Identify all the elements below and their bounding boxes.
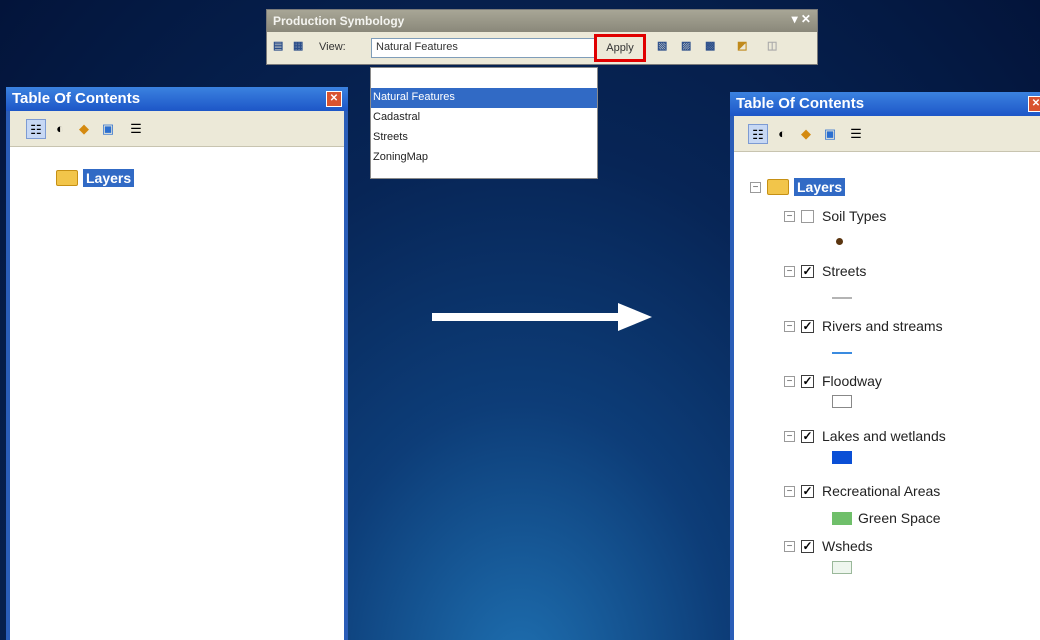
layer-visibility-checkbox[interactable]: ✓ bbox=[801, 264, 814, 278]
collapse-icon[interactable]: − bbox=[750, 181, 761, 193]
layer-label: Lakes and wetlands bbox=[822, 428, 946, 444]
list-by-selection-icon[interactable]: ▣ bbox=[820, 124, 840, 144]
toc-title: Table Of Contents bbox=[12, 90, 141, 107]
point-symbol bbox=[836, 238, 843, 245]
layer-row-wsheds[interactable]: − ✓ Wsheds bbox=[784, 538, 873, 554]
transition-arrow-head bbox=[618, 303, 652, 331]
toolbar-title-bar: Production Symbology ▾ ✕ bbox=[267, 10, 817, 32]
close-icon[interactable]: ✕ bbox=[1028, 96, 1040, 112]
dropdown-option-blank[interactable] bbox=[371, 68, 597, 88]
layer-row-recreational-areas[interactable]: − ✓ Recreational Areas bbox=[784, 483, 940, 499]
layers-folder-icon bbox=[767, 179, 789, 195]
layer-label: Floodway bbox=[822, 373, 882, 389]
collapse-icon[interactable]: − bbox=[784, 210, 795, 222]
layers-root-node[interactable]: Layers bbox=[56, 169, 135, 187]
dropdown-option-natural-features[interactable]: Natural Features bbox=[371, 88, 597, 108]
toc-title-bar: Table Of Contents ✕ bbox=[6, 87, 348, 111]
polygon-symbol bbox=[832, 561, 852, 574]
view-select[interactable]: Natural Features bbox=[371, 38, 595, 58]
list-by-drawing-order-icon[interactable]: ☷ bbox=[26, 119, 46, 139]
polygon-symbol bbox=[832, 511, 852, 525]
transition-arrow-shaft bbox=[432, 313, 622, 321]
toc-title: Table Of Contents bbox=[736, 95, 865, 112]
line-symbol bbox=[832, 297, 852, 299]
layers-root-label[interactable]: Layers bbox=[794, 178, 846, 196]
list-by-source-icon[interactable]: ◐ bbox=[772, 124, 792, 144]
collapse-icon[interactable]: − bbox=[784, 320, 795, 332]
list-by-drawing-order-icon[interactable]: ☷ bbox=[748, 124, 768, 144]
polygon-symbol bbox=[832, 395, 852, 408]
layer-row-rivers-and-streams[interactable]: − ✓ Rivers and streams bbox=[784, 318, 943, 334]
save-view-icon[interactable]: ▦ bbox=[293, 39, 311, 57]
toc-panel-before: Table Of Contents ✕ ☷ ◐ ◆ ▣ ☰ Layers bbox=[6, 87, 348, 640]
toc-panel-after: Table Of Contents ✕ ☷ ◐ ◆ ▣ ☰ − Layers −… bbox=[730, 92, 1040, 640]
list-by-visibility-icon[interactable]: ◆ bbox=[796, 124, 816, 144]
collapse-icon[interactable]: − bbox=[784, 430, 795, 442]
toolbar-window-controls[interactable]: ▾ ✕ bbox=[792, 12, 811, 26]
collapse-icon[interactable]: − bbox=[784, 375, 795, 387]
dropdown-option-streets[interactable]: Streets bbox=[371, 128, 597, 148]
layers-folder-icon bbox=[56, 170, 78, 186]
view-label: View: bbox=[319, 41, 346, 53]
layers-root-node[interactable]: − Layers bbox=[750, 178, 846, 196]
layer-visibility-checkbox[interactable] bbox=[801, 209, 814, 223]
close-icon[interactable]: ✕ bbox=[326, 91, 342, 107]
tool-c-icon[interactable]: ▩ bbox=[705, 39, 723, 57]
collapse-icon[interactable]: − bbox=[784, 265, 795, 277]
disabled-tool-icon: ◫ bbox=[767, 40, 778, 52]
options-icon[interactable]: ☰ bbox=[846, 124, 866, 144]
collapse-icon[interactable]: − bbox=[784, 485, 795, 497]
legend-label: Green Space bbox=[858, 510, 941, 526]
layer-label: Rivers and streams bbox=[822, 318, 943, 334]
list-by-source-icon[interactable]: ◐ bbox=[50, 119, 70, 139]
layer-visibility-checkbox[interactable]: ✓ bbox=[801, 539, 814, 553]
edit-tool-icon[interactable]: ◩ bbox=[737, 39, 755, 57]
layer-label: Streets bbox=[822, 263, 867, 279]
list-by-selection-icon[interactable]: ▣ bbox=[98, 119, 118, 139]
toolbar-row: ▤ ▦ View: Natural Features ▼ Apply ▧ ▨ ▩… bbox=[267, 32, 817, 66]
production-symbology-toolbar: Production Symbology ▾ ✕ ▤ ▦ View: Natur… bbox=[266, 9, 818, 65]
toc-toolbar: ☷ ◐ ◆ ▣ ☰ bbox=[10, 111, 344, 147]
layer-label: Soil Types bbox=[822, 208, 887, 224]
toolbar-title: Production Symbology bbox=[273, 14, 405, 28]
tool-b-icon[interactable]: ▨ bbox=[681, 39, 699, 57]
layer-row-soil-types[interactable]: − Soil Types bbox=[784, 208, 886, 224]
legend-item-green-space: Green Space bbox=[832, 510, 941, 526]
layer-row-lakes-and-wetlands[interactable]: − ✓ Lakes and wetlands bbox=[784, 428, 946, 444]
dropdown-option-cadastral[interactable]: Cadastral bbox=[371, 108, 597, 128]
layer-visibility-checkbox[interactable]: ✓ bbox=[801, 484, 814, 498]
apply-button[interactable]: Apply bbox=[594, 34, 646, 62]
options-icon[interactable]: ☰ bbox=[126, 119, 146, 139]
tool-a-icon[interactable]: ▧ bbox=[657, 39, 675, 57]
dropdown-option-zoningmap[interactable]: ZoningMap bbox=[371, 148, 597, 168]
layer-visibility-checkbox[interactable]: ✓ bbox=[801, 374, 814, 388]
layer-visibility-checkbox[interactable]: ✓ bbox=[801, 429, 814, 443]
toc-toolbar: ☷ ◐ ◆ ▣ ☰ bbox=[734, 116, 1040, 152]
layer-label: Wsheds bbox=[822, 538, 873, 554]
line-symbol bbox=[832, 352, 852, 354]
layer-row-streets[interactable]: − ✓ Streets bbox=[784, 263, 866, 279]
list-by-visibility-icon[interactable]: ◆ bbox=[74, 119, 94, 139]
layer-visibility-checkbox[interactable]: ✓ bbox=[801, 319, 814, 333]
layer-row-floodway[interactable]: − ✓ Floodway bbox=[784, 373, 882, 389]
layers-root-label[interactable]: Layers bbox=[83, 169, 135, 187]
symbology-icon[interactable]: ▤ bbox=[273, 39, 291, 57]
polygon-symbol bbox=[832, 451, 852, 464]
toc-title-bar: Table Of Contents ✕ bbox=[730, 92, 1040, 116]
view-dropdown-list: Natural Features Cadastral Streets Zonin… bbox=[370, 67, 598, 179]
collapse-icon[interactable]: − bbox=[784, 540, 795, 552]
layer-label: Recreational Areas bbox=[822, 483, 941, 499]
